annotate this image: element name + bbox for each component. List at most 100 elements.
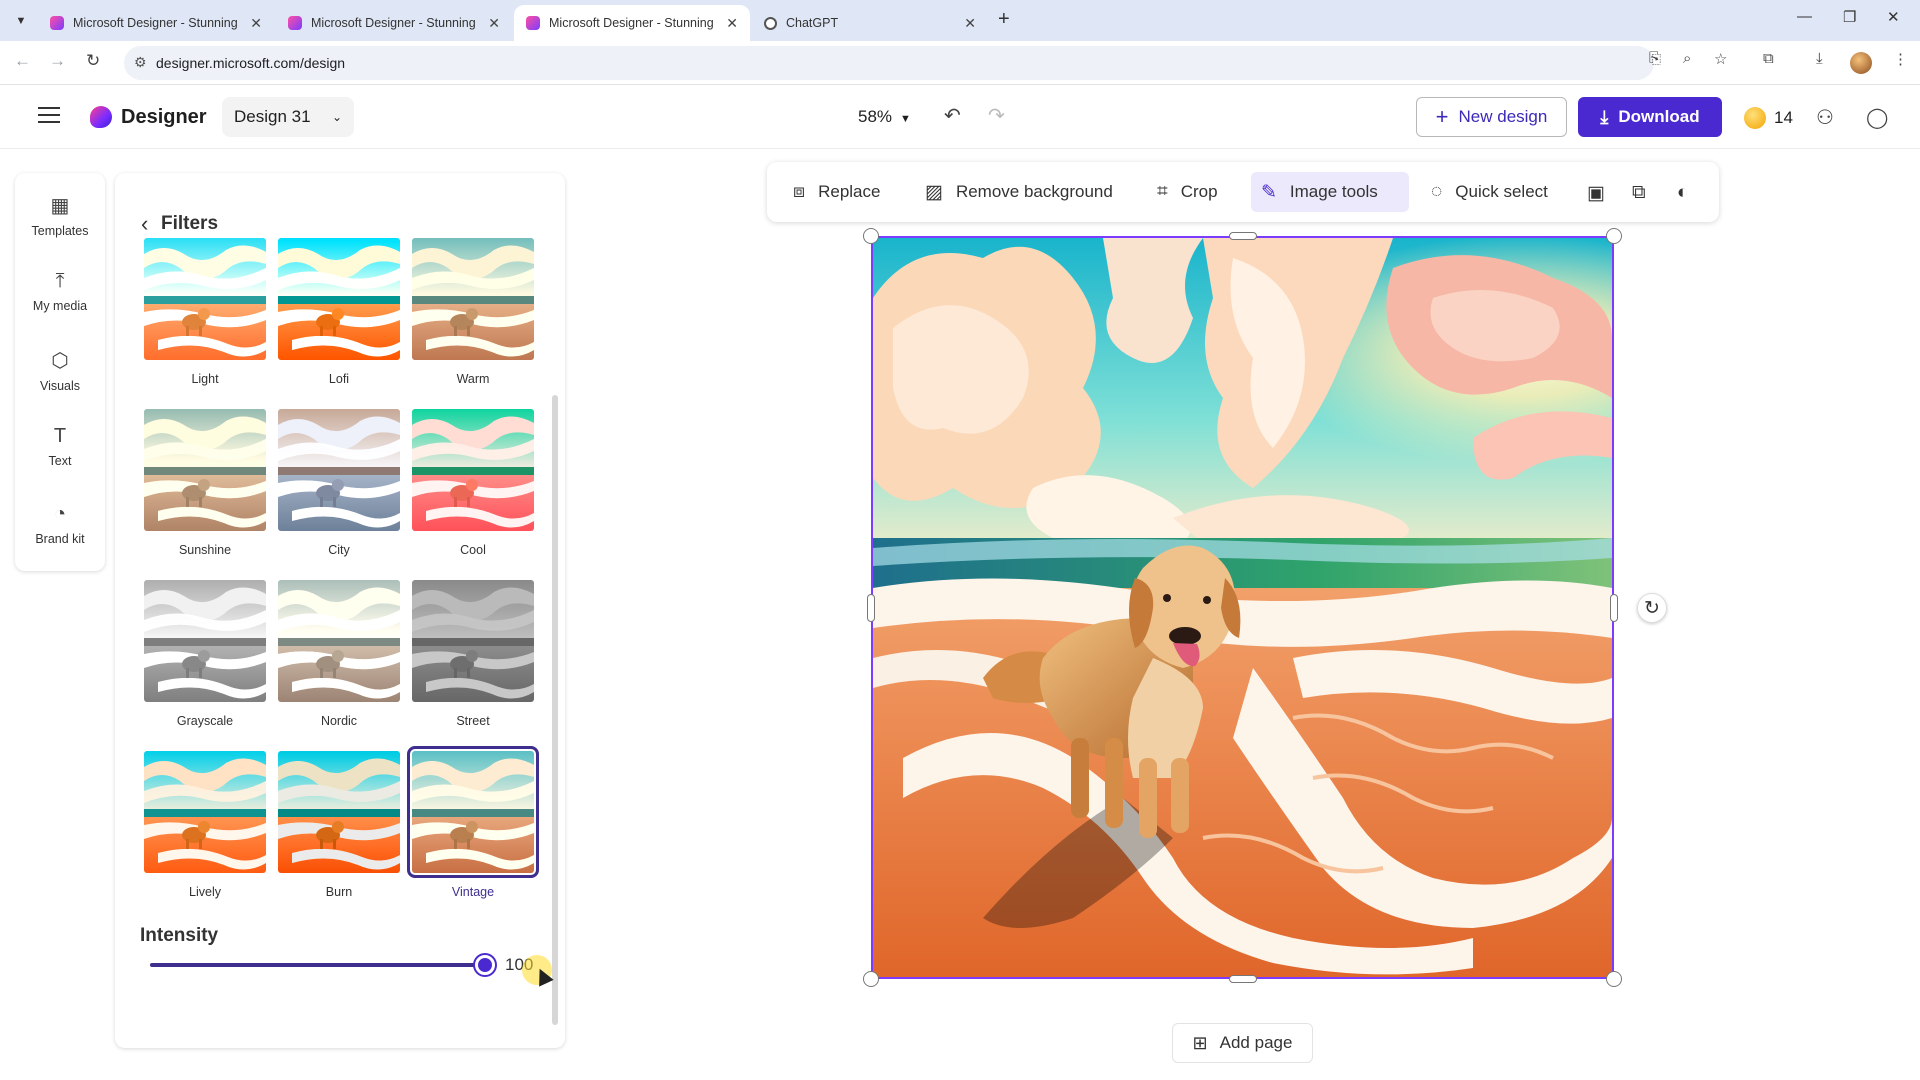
rotate-icon[interactable]: ↻ xyxy=(1637,593,1667,623)
designer-favicon-icon xyxy=(50,16,64,30)
resize-handle-top-left[interactable] xyxy=(863,228,879,244)
filter-label: Warm xyxy=(456,372,490,386)
rail-item-my-media[interactable]: ⤒ My media xyxy=(15,270,105,313)
close-icon[interactable]: ✕ xyxy=(964,15,976,32)
url-text: designer.microsoft.com/design xyxy=(156,55,346,71)
filter-label: Cool xyxy=(460,543,486,557)
back-chevron-icon[interactable]: ‹ xyxy=(141,211,148,237)
remove-background-button[interactable]: ▨ Remove background xyxy=(915,172,1123,212)
bookmark-star-icon[interactable]: ☆ xyxy=(1714,50,1727,68)
undo-icon[interactable]: ↶ xyxy=(944,103,961,128)
resize-handle-right[interactable] xyxy=(1610,594,1618,622)
restore-icon[interactable]: ❐ xyxy=(1843,8,1856,26)
filter-thumbnail-cool[interactable] xyxy=(412,409,534,531)
intensity-slider-handle[interactable] xyxy=(475,955,495,975)
tab-search-button[interactable]: ▼ xyxy=(10,10,32,32)
rail-item-brand-kit[interactable]: ◔ Brand kit xyxy=(15,503,105,546)
filter-thumbnail-lively[interactable] xyxy=(144,751,266,873)
rail-item-visuals[interactable]: ⬡ Visuals xyxy=(15,348,105,393)
browser-menu-icon[interactable]: ⋮ xyxy=(1893,50,1908,68)
new-tab-plus-icon[interactable]: + xyxy=(998,8,1010,31)
canvas-image[interactable] xyxy=(871,236,1614,979)
resize-handle-top[interactable] xyxy=(1229,232,1257,240)
filter-thumbnail-burn[interactable] xyxy=(278,751,400,873)
tab-title: ChatGPT xyxy=(786,16,839,30)
image-toolbar: ⧈ Replace ▨ Remove background ⌗ Crop ✎ I… xyxy=(767,162,1719,222)
resize-handle-bottom[interactable] xyxy=(1229,975,1257,983)
crop-button[interactable]: ⌗ Crop xyxy=(1147,172,1228,212)
reload-icon[interactable]: ↻ xyxy=(86,51,100,71)
filter-thumbnail-city[interactable] xyxy=(278,409,400,531)
adjust-contrast-icon[interactable]: ◐ xyxy=(1677,182,1688,204)
share-people-icon[interactable]: ⚇ xyxy=(1816,105,1834,130)
credits-coin-icon[interactable] xyxy=(1744,107,1766,129)
filter-thumbnail-street[interactable] xyxy=(412,580,534,702)
intensity-slider-track[interactable] xyxy=(150,963,485,967)
tab-title: Microsoft Designer - Stunning xyxy=(311,16,476,30)
filter-thumbnail-light[interactable] xyxy=(144,238,266,360)
close-icon[interactable]: ✕ xyxy=(488,15,500,32)
close-icon[interactable]: ✕ xyxy=(726,15,738,32)
remove-background-icon: ▨ xyxy=(925,181,943,203)
filter-thumbnail-warm[interactable] xyxy=(412,238,534,360)
browser-profile-avatar[interactable] xyxy=(1850,52,1872,74)
zoom-icon[interactable]: ⌕ xyxy=(1683,50,1691,67)
downloads-icon[interactable]: ⤓ xyxy=(1816,50,1823,67)
filter-thumbnail-vintage[interactable] xyxy=(407,746,539,878)
redo-icon[interactable]: ↷ xyxy=(988,103,1005,128)
account-icon[interactable]: ◯ xyxy=(1866,105,1888,130)
rail-item-text[interactable]: T Text xyxy=(15,425,105,468)
filter-thumbnail-grayscale[interactable] xyxy=(144,580,266,702)
left-rail: ▦ Templates ⤒ My media ⬡ Visuals T Text … xyxy=(15,173,105,571)
filter-thumbnail-sunshine[interactable] xyxy=(144,409,266,531)
filter-label: Lively xyxy=(189,885,221,899)
remove-background-label: Remove background xyxy=(955,182,1113,201)
browser-tab-bar: ▼ Microsoft Designer - Stunning ✕ Micros… xyxy=(0,0,1920,41)
filter-label: Lofi xyxy=(328,372,350,386)
browser-tab[interactable]: Microsoft Designer - Stunning ✕ xyxy=(38,5,274,41)
zoom-value: 58% xyxy=(858,107,893,126)
browser-tab-active[interactable]: Microsoft Designer - Stunning ✕ xyxy=(514,5,750,41)
forward-arrow-icon[interactable]: → xyxy=(49,51,66,71)
upload-icon: ⤒ xyxy=(55,270,65,292)
image-tools-icon: ✎ xyxy=(1261,181,1277,203)
text-icon: T xyxy=(53,425,67,447)
menu-hamburger-icon[interactable] xyxy=(38,107,60,123)
replace-button[interactable]: ⧈ Replace xyxy=(783,172,890,212)
browser-tab[interactable]: Microsoft Designer - Stunning ✕ xyxy=(276,5,512,41)
filter-label: Grayscale xyxy=(176,714,234,728)
url-field[interactable]: ⚙ designer.microsoft.com/design xyxy=(124,46,1654,80)
resize-handle-left[interactable] xyxy=(867,594,875,622)
resize-handle-bottom-left[interactable] xyxy=(863,971,879,987)
quick-select-button[interactable]: ◌ Quick select xyxy=(1421,172,1558,212)
resize-handle-top-right[interactable] xyxy=(1606,228,1622,244)
close-icon[interactable]: ✕ xyxy=(250,15,262,32)
design-name-dropdown[interactable]: Design 31 ⌄ xyxy=(222,97,354,137)
image-tools-button[interactable]: ✎ Image tools xyxy=(1251,172,1409,212)
app-header: Designer Design 31 ⌄ 58% ▼ ↶ ↷ + New desi… xyxy=(0,85,1920,149)
rail-item-templates[interactable]: ▦ Templates xyxy=(15,193,105,238)
panel-scrollbar[interactable] xyxy=(552,395,558,1025)
rail-item-label: Templates xyxy=(31,224,89,238)
back-arrow-icon[interactable]: ← xyxy=(14,51,31,71)
templates-icon: ▦ xyxy=(50,195,70,217)
window-close-icon[interactable]: ✕ xyxy=(1887,8,1900,26)
install-app-icon[interactable]: ⎘ xyxy=(1649,50,1661,67)
extensions-icon[interactable]: ⧉ xyxy=(1763,50,1774,67)
layers-icon[interactable]: ⧉ xyxy=(1632,182,1646,204)
add-page-button[interactable]: ⊞ Add page xyxy=(1172,1023,1313,1063)
filter-label: Sunshine xyxy=(178,543,232,557)
browser-tab[interactable]: ChatGPT ✕ xyxy=(752,5,988,41)
resize-handle-bottom-right[interactable] xyxy=(1606,971,1622,987)
zoom-dropdown[interactable]: 58% ▼ xyxy=(858,107,911,127)
filter-label-selected: Vintage xyxy=(451,885,495,899)
panel-title: Filters xyxy=(161,213,219,234)
filter-thumbnail-nordic[interactable] xyxy=(278,580,400,702)
frame-icon[interactable]: ▣ xyxy=(1587,182,1605,205)
site-info-icon[interactable]: ⚙ xyxy=(134,54,147,71)
minimize-icon[interactable]: — xyxy=(1797,8,1812,25)
new-design-button[interactable]: + New design xyxy=(1416,97,1567,137)
rail-item-label: Text xyxy=(48,454,72,468)
filter-thumbnail-lofi[interactable] xyxy=(278,238,400,360)
download-button[interactable]: ⤓ Download xyxy=(1578,97,1722,137)
